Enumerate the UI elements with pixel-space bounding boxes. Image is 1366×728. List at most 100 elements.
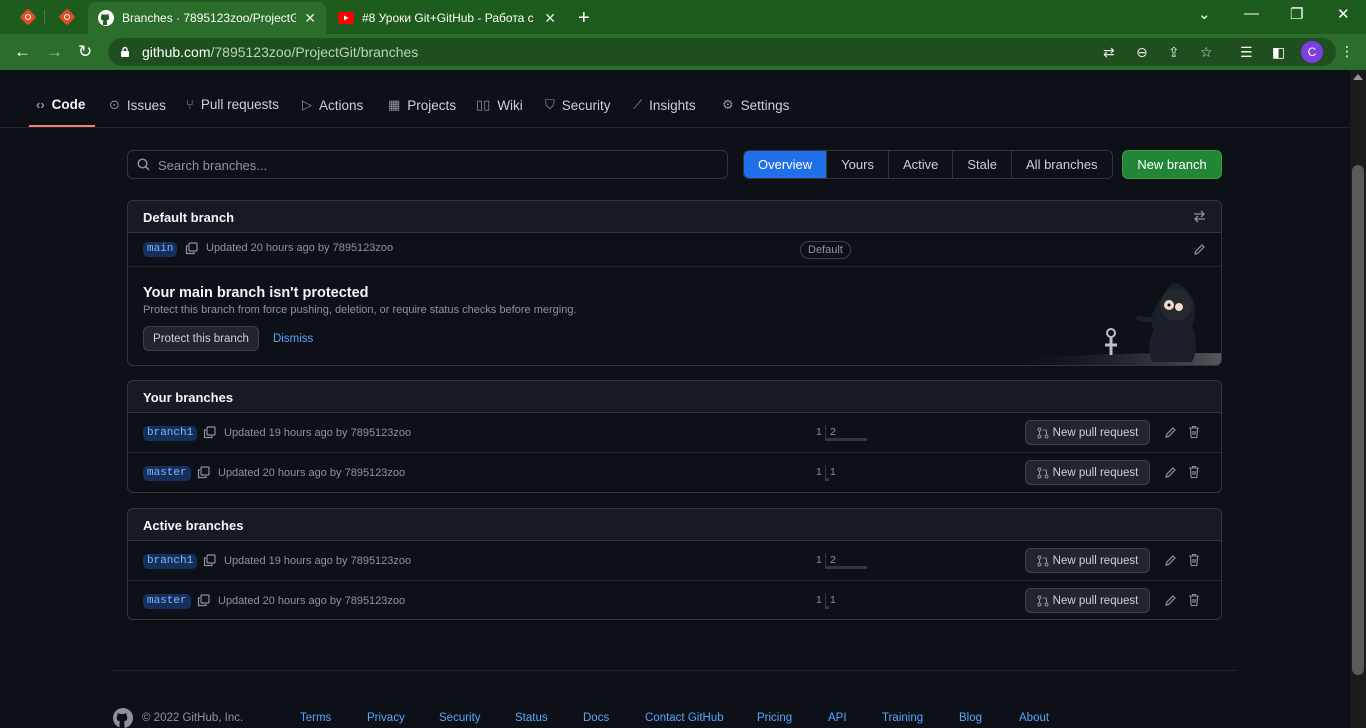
browser-tab-branches[interactable]: Branches · 7895123zoo/ProjectGit ✕ (88, 2, 326, 34)
new-tab-icon[interactable]: + (578, 7, 590, 30)
edit-pencil-icon[interactable] (1164, 426, 1177, 439)
tab-insights[interactable]: ⟋ Insights (633, 97, 696, 113)
edit-pencil-icon[interactable] (1164, 554, 1177, 567)
switch-branch-icon[interactable] (1193, 210, 1206, 223)
ahead-count: 1 (830, 466, 836, 478)
share-icon[interactable]: ⇪ (1168, 44, 1180, 61)
footer-link-terms[interactable]: Terms (300, 712, 331, 724)
ahead-bar (825, 438, 867, 441)
new-pull-request-button[interactable]: New pull request (1025, 420, 1150, 445)
bookmark-star-icon[interactable]: ☆ (1200, 44, 1213, 61)
new-pull-request-button[interactable]: New pull request (1025, 588, 1150, 613)
ahead-behind-indicator: 1 2 (816, 425, 867, 441)
edit-pencil-icon[interactable] (1164, 594, 1177, 607)
profile-avatar[interactable]: C (1301, 41, 1323, 63)
copy-icon[interactable] (203, 426, 216, 439)
branch-row: branch1 Updated 19 hours ago by 7895123z… (128, 413, 1221, 453)
branch-name[interactable]: branch1 (143, 554, 198, 569)
close-window-icon[interactable]: ✕ (1337, 5, 1350, 23)
forward-icon[interactable]: → (46, 42, 63, 62)
footer-link-pricing[interactable]: Pricing (757, 712, 792, 724)
footer-link-api[interactable]: API (828, 712, 847, 724)
close-tab-icon[interactable]: ✕ (304, 10, 316, 27)
tab-actions[interactable]: ▷ Actions (302, 97, 363, 113)
footer-link-training[interactable]: Training (882, 712, 923, 724)
tab-wiki[interactable]: ▯▯ Wiki (476, 97, 523, 113)
footer-link-status[interactable]: Status (515, 712, 548, 724)
graph-icon: ⟋ (633, 97, 643, 112)
browser-address-bar: ← → ↻ github.com/7895123zoo/ProjectGit/b… (0, 34, 1366, 70)
trash-icon[interactable] (1188, 465, 1200, 479)
pinned-tab-git-2[interactable] (56, 6, 78, 28)
footer-link-security[interactable]: Security (439, 712, 481, 724)
trash-icon[interactable] (1188, 553, 1200, 567)
active-branches-box: Active branches branch1 Updated 19 hours… (127, 508, 1222, 620)
ahead-count: 1 (830, 594, 836, 606)
translate-icon[interactable]: ⇄ (1103, 44, 1115, 61)
copy-icon[interactable] (203, 554, 216, 567)
url-bar[interactable]: github.com/7895123zoo/ProjectGit/branche… (108, 38, 1336, 66)
filter-stale[interactable]: Stale (952, 151, 1012, 178)
button-label: New pull request (1052, 554, 1139, 567)
tab-security[interactable]: ⛉ Security (545, 97, 611, 113)
filter-all-branches[interactable]: All branches (1011, 151, 1112, 178)
trash-icon[interactable] (1188, 425, 1200, 439)
copy-icon[interactable] (197, 466, 210, 479)
edit-pencil-icon[interactable] (1193, 243, 1206, 256)
reload-icon[interactable]: ↻ (78, 42, 92, 62)
copy-icon[interactable] (185, 242, 198, 255)
tab-issues[interactable]: ⊙ Issues (109, 97, 166, 113)
pinned-tab-git[interactable] (17, 6, 39, 28)
browser-menu-icon[interactable]: ⋮ (1340, 43, 1354, 60)
url-text[interactable]: github.com/7895123zoo/ProjectGit/branche… (142, 44, 418, 60)
footer-link-blog[interactable]: Blog (959, 712, 982, 724)
trash-icon[interactable] (1188, 593, 1200, 607)
branch-name[interactable]: branch1 (143, 426, 198, 441)
ahead-count: 2 (830, 426, 836, 438)
copy-icon[interactable] (197, 594, 210, 607)
youtube-favicon-icon (338, 10, 354, 26)
filter-yours[interactable]: Yours (826, 151, 888, 178)
protect-branch-button[interactable]: Protect this branch (143, 326, 259, 351)
new-pull-request-button[interactable]: New pull request (1025, 548, 1150, 573)
filter-overview[interactable]: Overview (744, 151, 827, 178)
search-input[interactable] (158, 155, 718, 175)
footer-link-contact[interactable]: Contact GitHub (645, 712, 724, 724)
tab-pull-requests[interactable]: ⑂ Pull requests (186, 97, 279, 112)
scroll-up-arrow-icon[interactable] (1353, 74, 1363, 80)
tab-label: Actions (319, 97, 364, 113)
branch-name[interactable]: main (143, 242, 178, 257)
ahead-bar (825, 566, 867, 569)
new-branch-button[interactable]: New branch (1122, 150, 1222, 179)
github-logo-icon[interactable] (113, 708, 133, 728)
footer-link-about[interactable]: About (1019, 712, 1049, 724)
updated-text: Updated 20 hours ago by 7895123zoo (218, 595, 406, 607)
protection-banner: Your main branch isn't protected Protect… (128, 266, 1221, 365)
footer-divider (113, 670, 1236, 671)
browser-tab-youtube[interactable]: #8 Уроки Git+GitHub - Работа с ✕ (328, 2, 566, 34)
branch-name[interactable]: master (143, 466, 191, 481)
side-panel-icon[interactable]: ◧ (1272, 44, 1285, 61)
restore-icon[interactable]: ❐ (1290, 5, 1303, 23)
tab-projects[interactable]: ▦ Projects (388, 97, 456, 113)
zoom-icon[interactable]: ⊖ (1136, 44, 1148, 61)
minimize-icon[interactable]: — (1244, 5, 1259, 22)
close-tab-icon[interactable]: ✕ (544, 10, 556, 27)
tab-settings[interactable]: ⚙ Settings (722, 97, 789, 113)
box-header: Your branches (128, 381, 1221, 413)
branch-name[interactable]: master (143, 594, 191, 609)
new-pull-request-button[interactable]: New pull request (1025, 460, 1150, 485)
edit-pencil-icon[interactable] (1164, 466, 1177, 479)
footer-link-docs[interactable]: Docs (583, 712, 609, 724)
media-queue-icon[interactable]: ☰ (1240, 44, 1253, 61)
scrollbar-thumb[interactable] (1352, 165, 1364, 675)
tab-search-icon[interactable]: ⌄ (1198, 5, 1211, 23)
footer-link-privacy[interactable]: Privacy (367, 712, 405, 724)
tab-code[interactable]: ‹› Code (36, 97, 85, 112)
back-icon[interactable]: ← (14, 42, 31, 62)
tab-title: #8 Уроки Git+GitHub - Работа с (362, 11, 534, 25)
filter-active[interactable]: Active (887, 151, 953, 178)
box-title: Your branches (143, 390, 234, 405)
dismiss-link[interactable]: Dismiss (273, 333, 313, 345)
tab-label: Issues (126, 97, 166, 113)
